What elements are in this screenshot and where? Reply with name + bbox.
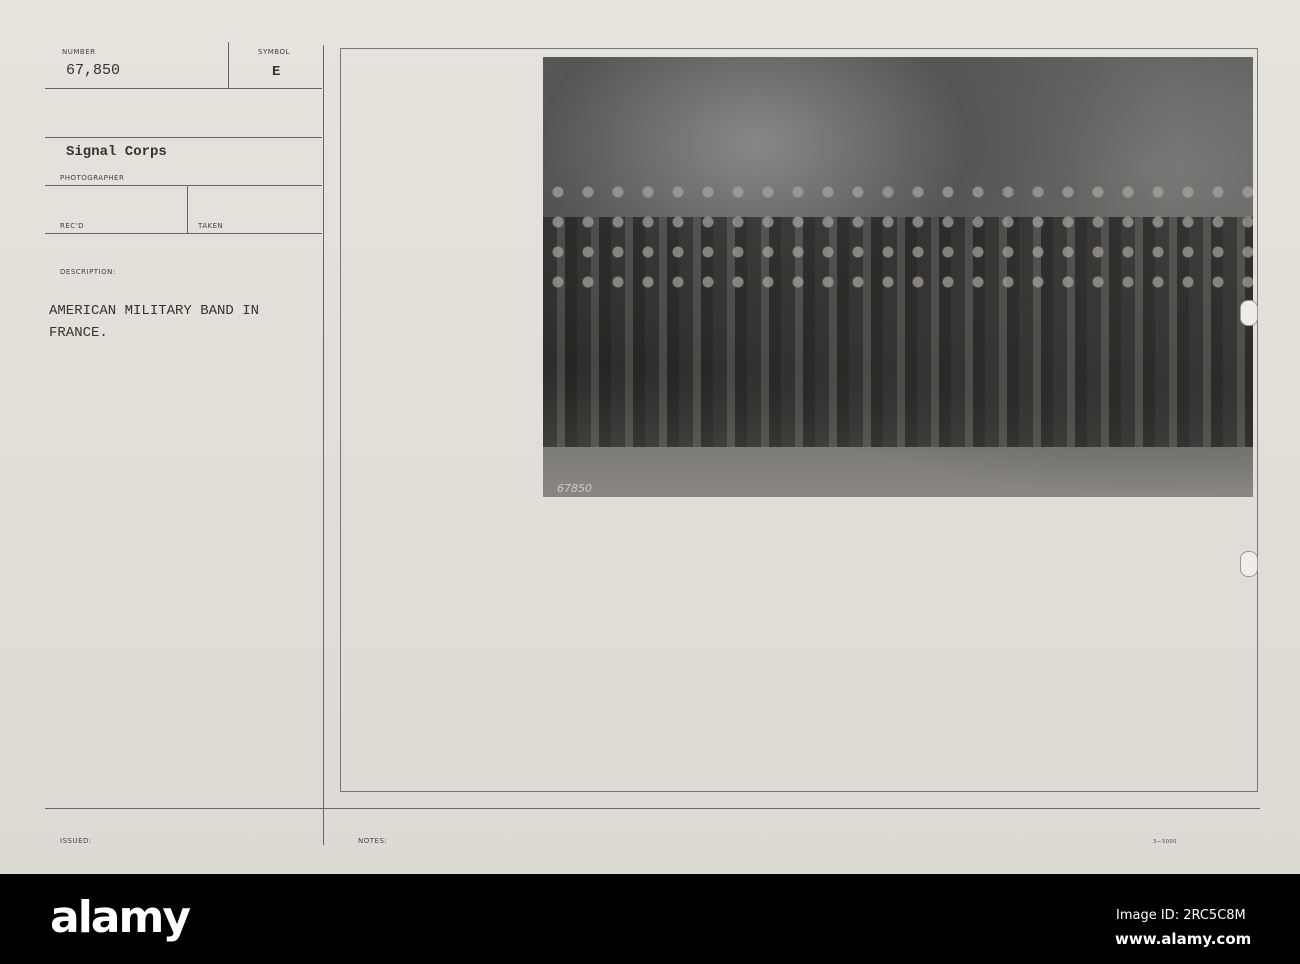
symbol-label: SYMBOL [258, 48, 290, 56]
form-code: 3—5000 [1153, 839, 1177, 845]
photo-number: 67850 [557, 482, 592, 495]
photo-detail [543, 177, 1253, 297]
punch-hole [1240, 551, 1258, 577]
image-id: Image ID: 2RC5C8M [1116, 908, 1246, 923]
archival-card: NUMBER 67,850 SYMBOL E Signal Corps PHOT… [0, 0, 1300, 874]
photographer-value: Signal Corps [66, 144, 167, 160]
symbol-value: E [272, 64, 281, 80]
description-label: DESCRIPTION: [60, 268, 116, 276]
recd-label: REC'D [60, 222, 84, 230]
alamy-logo: alamy [50, 892, 191, 943]
divider [45, 808, 1260, 809]
site-url[interactable]: www.alamy.com [1115, 930, 1251, 948]
footer-bar: alamy Image ID: 2RC5C8M www.alamy.com [0, 874, 1300, 964]
divider [323, 45, 324, 845]
issued-label: ISSUED: [60, 837, 92, 845]
divider [45, 233, 322, 234]
divider [228, 42, 229, 88]
taken-label: TAKEN [198, 222, 224, 230]
divider [45, 185, 322, 186]
description-line: AMERICAN MILITARY BAND IN [49, 303, 260, 319]
divider [187, 185, 188, 233]
band-photograph: 67850 [543, 57, 1253, 497]
divider [45, 137, 322, 138]
divider [45, 88, 322, 89]
number-label: NUMBER [62, 48, 96, 56]
notes-label: NOTES: [358, 837, 388, 845]
photographer-label: PHOTOGRAPHER [60, 174, 125, 182]
punch-hole [1240, 300, 1258, 326]
description-line: FRANCE. [49, 325, 108, 341]
number-value: 67,850 [66, 62, 121, 79]
